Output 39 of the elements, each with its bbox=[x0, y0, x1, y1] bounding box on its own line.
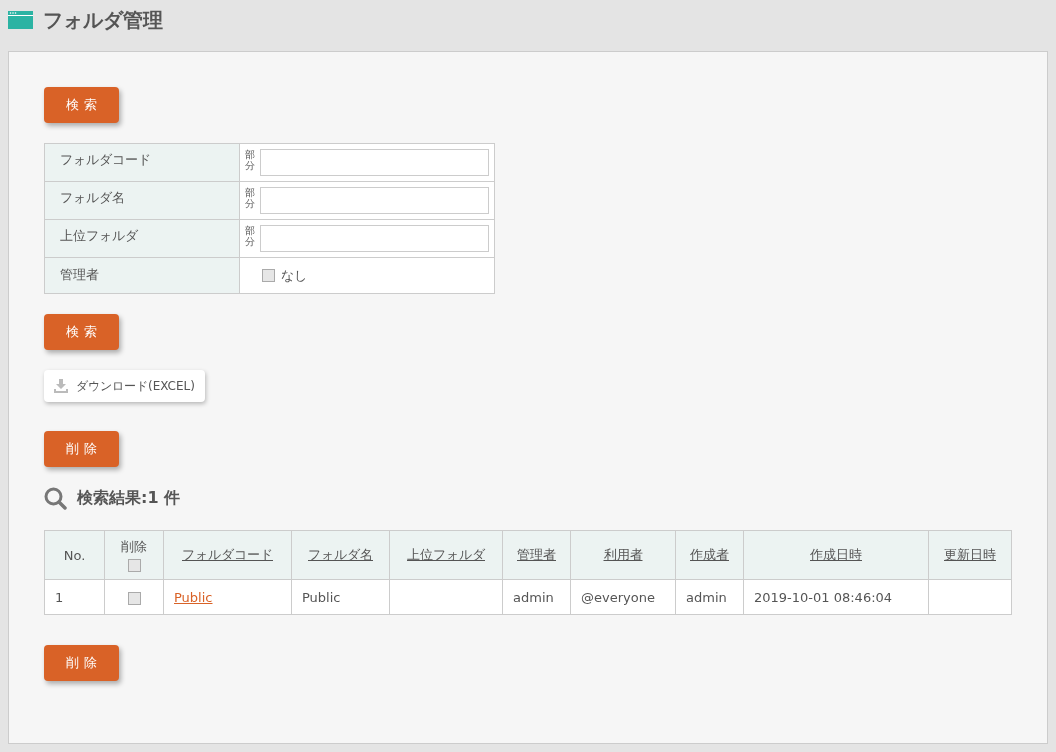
match-mode-label: 部分 bbox=[245, 187, 255, 209]
sort-link[interactable]: 更新日時 bbox=[944, 547, 996, 562]
table-cell: admin bbox=[513, 589, 554, 605]
checkbox[interactable] bbox=[262, 269, 275, 282]
checkbox-label: なし bbox=[281, 266, 307, 285]
field-label: 上位フォルダ bbox=[60, 228, 138, 243]
page-title: フォルダ管理 bbox=[43, 6, 163, 34]
delete-button[interactable]: 削 除 bbox=[44, 431, 119, 467]
results-count: 検索結果:1 件 bbox=[77, 488, 181, 509]
download-icon bbox=[54, 379, 68, 393]
field-label: 管理者 bbox=[60, 267, 99, 282]
window-icon bbox=[8, 11, 33, 29]
search-icon bbox=[44, 487, 67, 510]
input-field[interactable] bbox=[260, 149, 489, 176]
search-button[interactable]: 検 索 bbox=[44, 87, 119, 123]
sort-link[interactable]: フォルダ名 bbox=[308, 547, 373, 562]
table-cell: admin bbox=[686, 589, 727, 605]
column-header: No. bbox=[63, 547, 86, 563]
delete-button[interactable]: 削 除 bbox=[44, 645, 119, 681]
sort-link[interactable]: 作成者 bbox=[690, 547, 729, 562]
column-header: 削除 bbox=[121, 538, 147, 556]
field-label: フォルダコード bbox=[60, 152, 151, 167]
sort-link[interactable]: 利用者 bbox=[603, 547, 643, 562]
table-cell: Public bbox=[302, 589, 341, 605]
match-mode-label: 部分 bbox=[245, 225, 255, 247]
field-label: フォルダ名 bbox=[60, 190, 125, 205]
search-button[interactable]: 検 索 bbox=[44, 314, 119, 350]
table-cell: 2019-10-01 08:46:04 bbox=[754, 589, 893, 605]
input-field[interactable] bbox=[260, 225, 489, 252]
table-cell: 1 bbox=[55, 589, 64, 605]
match-mode-label: 部分 bbox=[245, 149, 255, 171]
row-checkbox[interactable] bbox=[127, 591, 141, 605]
sort-link[interactable]: 作成日時 bbox=[810, 547, 862, 562]
download-button[interactable]: ダウンロード(EXCEL) bbox=[44, 370, 205, 402]
sort-link[interactable]: 管理者 bbox=[517, 547, 556, 562]
table-cell: @everyone bbox=[581, 589, 655, 605]
select-all-checkbox[interactable] bbox=[127, 559, 141, 572]
input-field[interactable] bbox=[260, 187, 489, 214]
folder-link[interactable]: Public bbox=[174, 589, 213, 605]
